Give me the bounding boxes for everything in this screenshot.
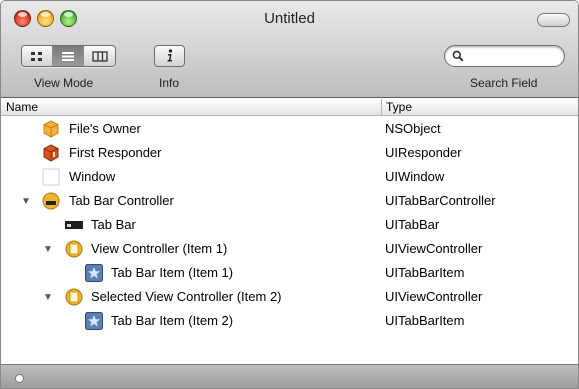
outline-row[interactable]: ▼ Selected View Controller (Item 2) UIVi… [1, 285, 578, 309]
list-view-icon [62, 51, 74, 61]
disclosure-triangle-expanded-icon[interactable]: ▼ [43, 292, 53, 303]
outline-row[interactable]: File's Owner NSObject [1, 117, 578, 141]
icon-view-icon [31, 51, 42, 61]
outline-row[interactable]: Tab Bar Item (Item 1) UITabBarItem [1, 261, 578, 285]
tab-bar-icon [65, 221, 83, 229]
row-type: UIViewController [385, 289, 483, 304]
outline-header: Name Type [1, 99, 578, 116]
row-name: View Controller (Item 1) [91, 241, 228, 256]
info-label: Info [159, 76, 180, 90]
outline-row[interactable]: ▼ View Controller (Item 1) UIViewControl… [1, 237, 578, 261]
cube-icon [43, 120, 59, 138]
row-name: Tab Bar Item (Item 2) [111, 313, 234, 328]
row-name: File's Owner [69, 121, 141, 136]
row-type: UIResponder [385, 145, 462, 160]
search-icon [452, 50, 464, 62]
view-controller-icon [65, 240, 83, 258]
window-icon [42, 168, 60, 186]
disclosure-triangle-expanded-icon[interactable]: ▼ [43, 244, 53, 255]
outline-row[interactable]: ▼ Tab Bar Controller UITabBarController [1, 189, 578, 213]
column-view-icon [91, 50, 108, 62]
outline-row[interactable]: Tab Bar UITabBar [1, 213, 578, 237]
toolbar: Untitled View Mode Info Search Field [1, 1, 578, 98]
column-view-button[interactable] [84, 46, 115, 66]
info-icon [167, 49, 172, 62]
disclosure-triangle-expanded-icon[interactable]: ▼ [21, 196, 31, 207]
row-name: Window [69, 169, 116, 184]
outline-row[interactable]: Tab Bar Item (Item 2) UITabBarItem [1, 309, 578, 333]
name-column-header[interactable]: Name [6, 100, 38, 114]
status-bar [1, 364, 578, 388]
icon-view-button[interactable] [22, 46, 53, 66]
column-divider[interactable] [381, 99, 382, 116]
row-type: UIViewController [385, 241, 483, 256]
row-name: Tab Bar [91, 217, 136, 232]
window-title: Untitled [264, 10, 315, 27]
row-type: UITabBarController [385, 193, 496, 208]
view-mode-label: View Mode [34, 76, 94, 90]
outline-row[interactable]: Window UIWindow [1, 165, 578, 189]
toolbar-toggle-button[interactable] [537, 13, 570, 27]
tab-bar-controller-icon [42, 192, 60, 210]
search-field-label: Search Field [470, 76, 538, 90]
row-name: Tab Bar Item (Item 1) [111, 265, 234, 280]
outline-row[interactable]: First Responder UIResponder [1, 141, 578, 165]
row-name: Tab Bar Controller [69, 193, 174, 208]
row-type: UITabBarItem [385, 265, 465, 280]
info-button[interactable] [154, 45, 185, 67]
view-mode-control [21, 45, 116, 67]
document-window: Untitled View Mode Info Search Field Nam… [0, 0, 579, 389]
tab-bar-item-icon [85, 312, 103, 330]
row-name: First Responder [69, 145, 162, 160]
row-type: NSObject [385, 121, 441, 136]
first-responder-icon [43, 144, 59, 162]
row-name: Selected View Controller (Item 2) [91, 289, 282, 304]
type-column-header[interactable]: Type [386, 100, 412, 114]
row-type: UITabBar [385, 217, 440, 232]
row-type: UIWindow [385, 169, 445, 184]
list-view-button[interactable] [53, 46, 84, 66]
view-controller-icon [65, 288, 83, 306]
tab-bar-item-icon [85, 264, 103, 282]
row-type: UITabBarItem [385, 313, 465, 328]
status-indicator-icon [15, 374, 24, 383]
search-field[interactable] [444, 45, 565, 67]
